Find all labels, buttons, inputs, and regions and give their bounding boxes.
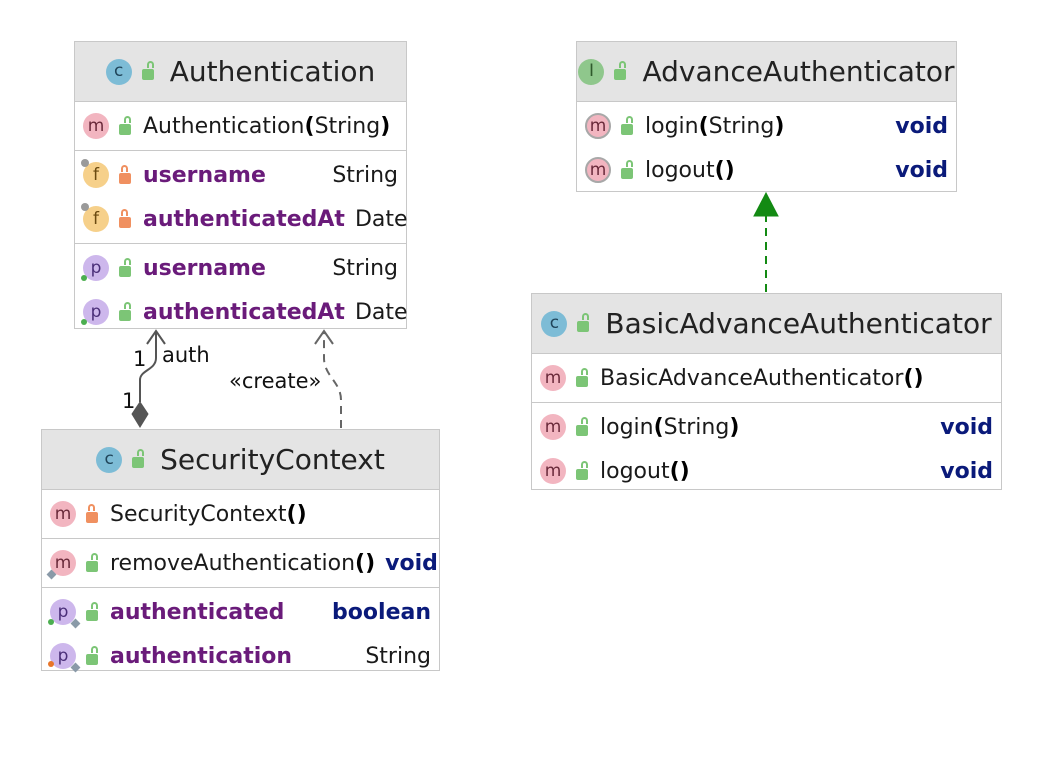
relationship-edges bbox=[131, 191, 779, 428]
composition-target-multiplicity: 1 bbox=[133, 347, 147, 371]
composition-role-label: auth bbox=[162, 343, 210, 367]
dependency-edge[interactable] bbox=[323, 331, 342, 428]
composition-source-multiplicity: 1 bbox=[122, 389, 136, 413]
realization-arrowhead bbox=[753, 191, 779, 217]
dependency-stereotype-label: «create» bbox=[229, 369, 322, 393]
